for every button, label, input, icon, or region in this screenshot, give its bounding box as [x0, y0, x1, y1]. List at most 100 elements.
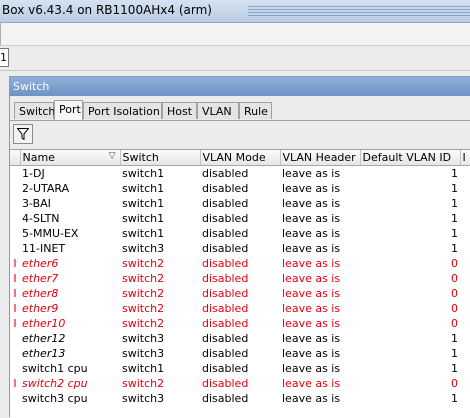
cell-default-vlan-id: 1: [451, 182, 458, 195]
column-header-switch[interactable]: Switch: [120, 150, 201, 166]
cell-vlan-mode: disabled: [202, 272, 249, 285]
row-flag: [10, 391, 20, 406]
cell-default-vlan-id: 0: [451, 287, 458, 300]
cell-default-vlan-id: 1: [451, 242, 458, 255]
cell-vlan-mode: disabled: [202, 212, 249, 225]
cell-default-vlan-id: 0: [451, 272, 458, 285]
row-flag: [10, 181, 20, 196]
cell-vlan-header: leave as is: [282, 272, 341, 285]
cell-vlan-mode: disabled: [202, 302, 249, 315]
tab-port-isolation[interactable]: Port Isolation: [83, 102, 162, 119]
title-bar-grip: [248, 6, 470, 16]
cell-vlan-header: leave as is: [282, 182, 341, 195]
cell-switch: switch1: [122, 182, 165, 195]
table-row[interactable]: ether13 switch3 disabled leave as is 1: [10, 346, 470, 361]
row-flag: [10, 196, 20, 211]
cell-name: 4-SLTN: [22, 212, 60, 225]
table-row[interactable]: Iswitch2 cpu switch2 disabled leave as is 0: [10, 376, 470, 391]
row-flag: [10, 331, 20, 346]
cell-name: 2-UTARA: [22, 182, 70, 195]
cell-default-vlan-id: 0: [451, 257, 458, 270]
row-flag: [10, 166, 20, 182]
cell-switch: switch1: [122, 362, 165, 375]
app-title-bar: Box v6.43.4 on RB1100AHx4 (arm): [0, 0, 470, 23]
cell-default-vlan-id: 1: [451, 212, 458, 225]
row-flag: I: [13, 302, 17, 315]
column-header-flag[interactable]: [10, 150, 21, 166]
table-row[interactable]: Iether8 switch2 disabled leave as is 0: [10, 286, 470, 301]
cell-switch: switch3: [122, 242, 165, 255]
column-header-ingress[interactable]: I: [460, 150, 470, 166]
table-row[interactable]: 1-DJ switch1 disabled leave as is 1: [10, 166, 470, 182]
cell-ingress: [460, 166, 470, 182]
table-row[interactable]: 4-SLTN switch1 disabled leave as is 1: [10, 211, 470, 226]
row-flag: I: [13, 257, 17, 270]
table-row[interactable]: switch3 cpu switch3 disabled leave as is 1: [10, 391, 470, 406]
cell-ingress: [460, 286, 470, 301]
table-row[interactable]: Iether9 switch2 disabled leave as is 0: [10, 301, 470, 316]
cell-switch: switch1: [122, 212, 165, 225]
filter-button[interactable]: [13, 124, 33, 144]
cell-default-vlan-id: 1: [451, 197, 458, 210]
table-row[interactable]: switch1 cpu switch1 disabled leave as is 1: [10, 361, 470, 376]
tab-host[interactable]: Host: [162, 102, 197, 119]
cell-vlan-header: leave as is: [282, 347, 341, 360]
cell-vlan-header: leave as is: [282, 332, 341, 345]
column-header-vlan-header[interactable]: VLAN Header: [280, 150, 361, 166]
cell-vlan-header: leave as is: [282, 302, 341, 315]
column-header-name[interactable]: Name ▽: [20, 150, 121, 166]
cell-switch: switch1: [122, 197, 165, 210]
table-row[interactable]: 3-BAI switch1 disabled leave as is 1: [10, 196, 470, 211]
column-label: Name: [22, 151, 55, 164]
cell-name: switch1 cpu: [22, 362, 88, 375]
cell-name: switch3 cpu: [22, 392, 88, 405]
cell-vlan-header: leave as is: [282, 392, 341, 405]
tab-port[interactable]: Port: [54, 100, 83, 120]
row-flag: [10, 346, 20, 361]
table-row[interactable]: Iether10 switch2 disabled leave as is 0: [10, 316, 470, 331]
cell-name: ether6: [22, 257, 59, 270]
cell-ingress: [460, 271, 470, 286]
cell-vlan-mode: disabled: [202, 197, 249, 210]
table-row[interactable]: Iether6 switch2 disabled leave as is 0: [10, 256, 470, 271]
table-row[interactable]: 11-INET switch3 disabled leave as is 1: [10, 241, 470, 256]
side-number-box[interactable]: 1: [0, 48, 9, 67]
table-row[interactable]: 5-MMU-EX switch1 disabled leave as is 1: [10, 226, 470, 241]
column-header-vlan-mode[interactable]: VLAN Mode: [200, 150, 281, 166]
tab-switch[interactable]: Switch: [14, 102, 55, 119]
window-title[interactable]: Switch: [10, 77, 470, 96]
cell-name: ether12: [22, 332, 66, 345]
table-row[interactable]: 2-UTARA switch1 disabled leave as is 1: [10, 181, 470, 196]
tab-rule[interactable]: Rule: [239, 102, 272, 119]
cell-vlan-header: leave as is: [282, 227, 341, 240]
cell-vlan-header: leave as is: [282, 197, 341, 210]
row-flag: I: [13, 377, 17, 390]
cell-switch: switch2: [122, 257, 165, 270]
row-flag: [10, 211, 20, 226]
cell-default-vlan-id: 1: [451, 227, 458, 240]
tab-vlan[interactable]: VLAN: [197, 102, 239, 119]
table-header-row: Name ▽ Switch VLAN Mode VLAN Header Defau…: [10, 150, 470, 166]
filter-icon: [17, 128, 29, 140]
app-title: Box v6.43.4 on RB1100AHx4 (arm): [2, 3, 212, 17]
cell-default-vlan-id: 1: [451, 167, 458, 180]
cell-vlan-header: leave as is: [282, 377, 341, 390]
row-flag: I: [13, 272, 17, 285]
cell-default-vlan-id: 0: [451, 302, 458, 315]
cell-ingress: [460, 301, 470, 316]
sort-desc-icon: ▽: [108, 151, 116, 161]
cell-ingress: [460, 256, 470, 271]
table-row[interactable]: Iether7 switch2 disabled leave as is 0: [10, 271, 470, 286]
cell-vlan-mode: disabled: [202, 167, 249, 180]
cell-name: 11-INET: [22, 242, 66, 255]
row-flag: [10, 361, 20, 376]
cell-ingress: [460, 361, 470, 376]
column-header-default-vlan-id[interactable]: Default VLAN ID: [360, 150, 461, 166]
divider: [0, 70, 470, 71]
cell-vlan-mode: disabled: [202, 392, 249, 405]
cell-default-vlan-id: 1: [451, 347, 458, 360]
cell-vlan-mode: disabled: [202, 182, 249, 195]
table-row[interactable]: ether12 switch3 disabled leave as is 1: [10, 331, 470, 346]
cell-default-vlan-id: 1: [451, 362, 458, 375]
switch-window: Switch Switch Port Port Isolation Host V…: [9, 76, 470, 418]
